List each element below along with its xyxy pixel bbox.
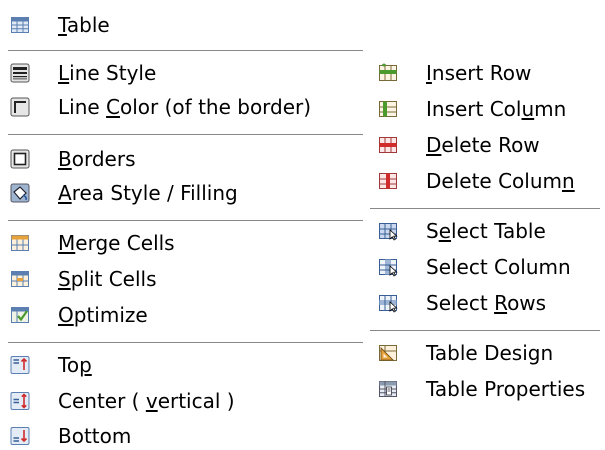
menu-item-label: Borders	[58, 147, 136, 171]
align-center-vertical-icon	[10, 391, 30, 411]
menu-item-label: Table Design	[426, 341, 554, 365]
menu-item-split-cells[interactable]: Split Cells	[10, 264, 157, 294]
table-toolbar-reference: Table Line Style Line Color (of the bord…	[0, 0, 605, 450]
select-column-icon	[378, 257, 398, 277]
menu-item-label: Center ( vertical )	[58, 389, 235, 413]
menu-item-label: Insert Column	[426, 97, 567, 121]
menu-item-label: Split Cells	[58, 267, 157, 291]
menu-item-label: Select Column	[426, 255, 571, 279]
insert-row-icon	[378, 63, 398, 83]
align-top-icon	[10, 355, 30, 375]
separator	[370, 330, 600, 331]
menu-item-select-column[interactable]: Select Column	[378, 252, 571, 282]
menu-item-table-design[interactable]: Table Design	[378, 338, 553, 368]
separator	[8, 134, 363, 135]
menu-item-label: Line Color (of the border)	[58, 95, 312, 119]
area-style-icon	[10, 183, 30, 203]
merge-cells-icon	[10, 233, 30, 253]
line-style-icon	[10, 63, 30, 83]
menu-item-select-rows[interactable]: Select Rows	[378, 288, 546, 318]
table-properties-icon	[378, 379, 398, 399]
menu-item-label: Merge Cells	[58, 231, 175, 255]
menu-item-label: Delete Row	[426, 133, 540, 157]
menu-item-label: Top	[58, 353, 92, 377]
split-cells-icon	[10, 269, 30, 289]
menu-item-select-table[interactable]: Select Table	[378, 216, 546, 246]
menu-item-line-style[interactable]: Line Style	[10, 58, 156, 88]
menu-item-label: Select Table	[426, 219, 546, 243]
menu-item-label: Line Style	[58, 61, 157, 85]
separator	[370, 208, 600, 209]
table-design-icon	[378, 343, 398, 363]
line-color-icon	[10, 97, 30, 117]
menu-item-label: Table	[58, 13, 110, 37]
separator	[8, 50, 363, 51]
separator	[8, 220, 363, 221]
insert-column-icon	[378, 99, 398, 119]
menu-item-delete-column[interactable]: Delete Column	[378, 166, 575, 196]
menu-item-align-center-vertical[interactable]: Center ( vertical )	[10, 386, 235, 416]
menu-item-table-properties[interactable]: Table Properties	[378, 374, 585, 404]
menu-item-area-style[interactable]: Area Style / Filling	[10, 178, 238, 208]
table-icon	[10, 15, 30, 35]
menu-item-label: Insert Row	[426, 61, 532, 85]
menu-item-label: Optimize	[58, 303, 148, 327]
menu-item-table[interactable]: Table	[10, 10, 110, 40]
menu-item-label: Select Rows	[426, 291, 547, 315]
separator	[8, 342, 363, 343]
menu-item-align-bottom[interactable]: Bottom	[10, 421, 131, 450]
menu-item-label: Bottom	[58, 424, 132, 448]
menu-item-delete-row[interactable]: Delete Row	[378, 130, 540, 160]
menu-item-label: Table Properties	[426, 377, 586, 401]
menu-item-borders[interactable]: Borders	[10, 144, 135, 174]
select-rows-icon	[378, 293, 398, 313]
optimize-icon	[10, 305, 30, 325]
borders-icon	[10, 149, 30, 169]
menu-item-label: Delete Column	[426, 169, 575, 193]
menu-item-insert-row[interactable]: Insert Row	[378, 58, 531, 88]
delete-row-icon	[378, 135, 398, 155]
delete-column-icon	[378, 171, 398, 191]
menu-item-align-top[interactable]: Top	[10, 350, 92, 380]
menu-item-optimize[interactable]: Optimize	[10, 300, 148, 330]
align-bottom-icon	[10, 426, 30, 446]
menu-item-merge-cells[interactable]: Merge Cells	[10, 228, 175, 258]
menu-item-line-color[interactable]: Line Color (of the border)	[10, 92, 311, 122]
menu-item-insert-column[interactable]: Insert Column	[378, 94, 566, 124]
select-table-icon	[378, 221, 398, 241]
menu-item-label: Area Style / Filling	[58, 181, 238, 205]
